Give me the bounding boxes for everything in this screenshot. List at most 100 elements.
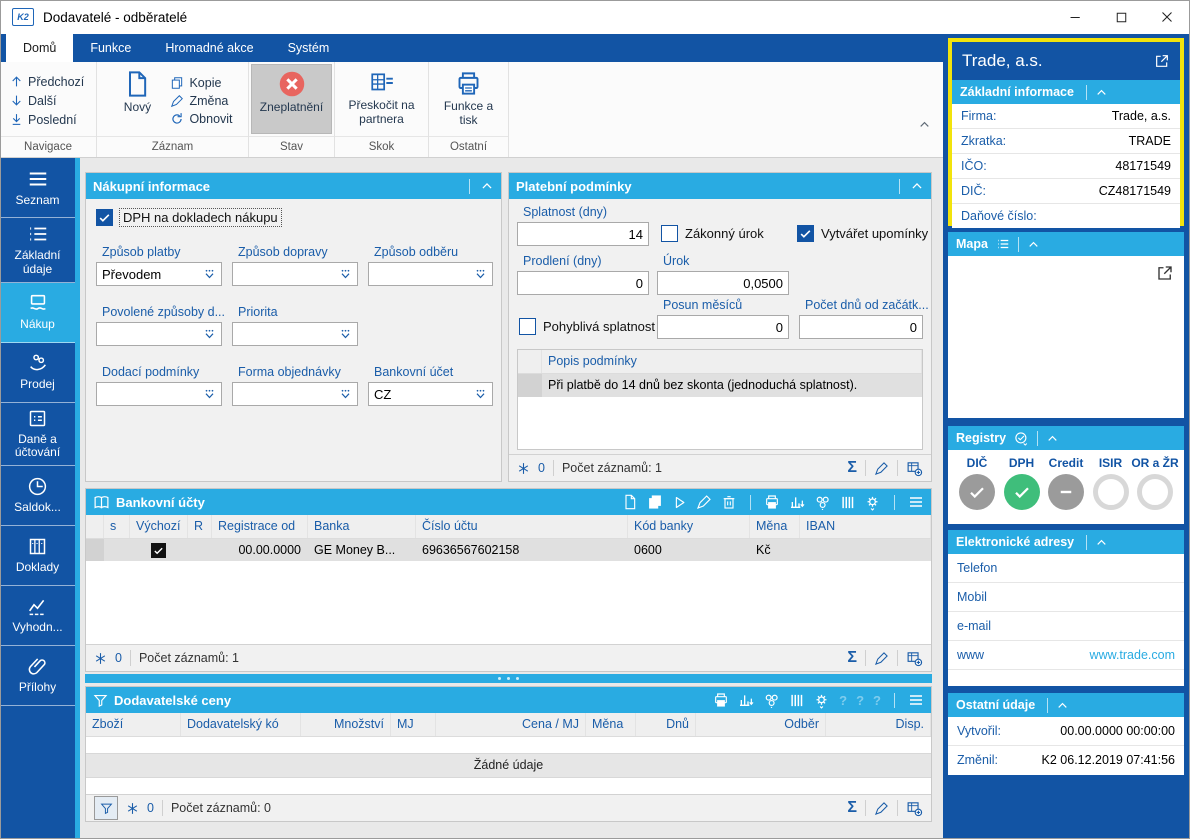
settings-gear-icon[interactable]	[864, 494, 881, 511]
ribbon-collapse-icon[interactable]	[918, 118, 931, 131]
collapse-icon[interactable]	[1095, 536, 1108, 549]
menu-icon[interactable]	[908, 494, 924, 510]
dropdown-icon[interactable]	[203, 388, 216, 401]
tab-system[interactable]: Systém	[271, 34, 347, 62]
sum-icon[interactable]: Σ	[847, 459, 857, 477]
chart-export-icon[interactable]	[738, 692, 754, 708]
edit-icon[interactable]	[874, 461, 889, 476]
last-button[interactable]: Poslední	[6, 112, 90, 128]
pocet-dnu-input[interactable]: 0	[799, 315, 923, 339]
edit-icon[interactable]	[874, 651, 889, 666]
zpusob-odberu-combo[interactable]	[368, 262, 493, 286]
table-add-icon[interactable]	[906, 800, 923, 817]
columns-icon[interactable]	[840, 495, 855, 510]
www-link[interactable]: www.trade.com	[1090, 648, 1175, 662]
print-icon[interactable]	[764, 494, 780, 510]
open-map-external-icon[interactable]	[1156, 264, 1174, 282]
sidebar-item-zakladni-udaje[interactable]: Základní údaje	[0, 218, 75, 283]
settings-gear-icon[interactable]	[813, 692, 830, 709]
new-button[interactable]: Nový	[112, 65, 162, 136]
collapse-icon[interactable]	[480, 179, 494, 193]
wheels-icon[interactable]	[763, 692, 780, 709]
prodleni-input[interactable]: 0	[517, 271, 649, 295]
dropdown-icon[interactable]	[339, 268, 352, 281]
dropdown-icon[interactable]	[474, 388, 487, 401]
zakonny-urok-checkbox[interactable]	[661, 225, 678, 242]
tab-domu[interactable]: Domů	[6, 34, 74, 62]
invalidate-button[interactable]: Zneplatnění	[251, 64, 332, 134]
collapse-icon[interactable]	[910, 179, 924, 193]
registry-item-credit[interactable]: Credit	[1045, 456, 1087, 510]
collapse-icon[interactable]	[1027, 238, 1040, 251]
edit-record-icon[interactable]	[696, 494, 712, 510]
registry-item-dic[interactable]: DIČ	[956, 456, 998, 510]
refresh-button[interactable]: Obnovit	[170, 112, 233, 126]
grid-row-selected[interactable]: Při platbě do 14 dnů bez skonta (jednodu…	[518, 374, 922, 397]
povolene-zpusoby-combo[interactable]	[96, 322, 222, 346]
sum-icon[interactable]: Σ	[847, 649, 857, 667]
default-account-checkbox[interactable]	[151, 543, 166, 558]
wheels-icon[interactable]	[814, 494, 831, 511]
tab-funkce[interactable]: Funkce	[73, 34, 148, 62]
panel-splitter[interactable]	[85, 674, 932, 683]
filter-toggle[interactable]	[94, 796, 118, 820]
zpusob-dopravy-combo[interactable]	[232, 262, 358, 286]
sidebar-item-seznam[interactable]: Seznam	[0, 158, 75, 218]
vytvaret-upominky-row[interactable]: Vytvářet upomínky	[797, 225, 928, 242]
zakonny-urok-row[interactable]: Zákonný úrok	[661, 225, 764, 242]
copy-record-icon[interactable]	[647, 494, 663, 510]
dropdown-icon[interactable]	[203, 268, 216, 281]
map-body[interactable]	[948, 256, 1184, 418]
bank-table-row[interactable]: 00.00.0000 GE Money B... 69636567602158 …	[86, 539, 931, 562]
posun-mesicu-input[interactable]: 0	[657, 315, 789, 339]
dropdown-icon[interactable]	[474, 268, 487, 281]
functions-print-button[interactable]: Funkce a tisk	[435, 65, 502, 136]
edit-icon[interactable]	[874, 801, 889, 816]
sidebar-item-vyhodnoceni[interactable]: Vyhodn...	[0, 586, 75, 647]
next-button[interactable]: Další	[6, 93, 90, 109]
sidebar-item-prilohy[interactable]: Přílohy	[0, 646, 75, 707]
dropdown-icon[interactable]	[339, 328, 352, 341]
registry-item-or-zr[interactable]: OR a ŽR	[1131, 456, 1179, 510]
sum-icon[interactable]: Σ	[847, 799, 857, 817]
chart-export-icon[interactable]	[789, 494, 805, 510]
copy-button[interactable]: Kopie	[170, 76, 232, 90]
splatnost-input[interactable]: 14	[517, 222, 649, 246]
check-circle-icon[interactable]	[1014, 431, 1029, 446]
change-button[interactable]: Změna	[170, 94, 232, 108]
delete-record-icon[interactable]	[721, 494, 737, 510]
minimize-button[interactable]	[1052, 0, 1098, 34]
collapse-icon[interactable]	[1046, 432, 1059, 445]
zpusob-platby-combo[interactable]: Převodem	[96, 262, 222, 286]
table-add-icon[interactable]	[906, 650, 923, 667]
sidebar-item-dane-a-uctovani[interactable]: Daně a účtování	[0, 403, 75, 467]
new-record-icon[interactable]	[622, 494, 638, 510]
map-menu-icon[interactable]	[996, 237, 1010, 251]
dropdown-icon[interactable]	[203, 328, 216, 341]
dodaci-podminky-combo[interactable]	[96, 382, 222, 406]
registry-item-isir[interactable]: ISIR	[1090, 456, 1132, 510]
registry-item-dph[interactable]: DPH	[1001, 456, 1043, 510]
run-icon[interactable]	[672, 495, 687, 510]
dropdown-icon[interactable]	[339, 388, 352, 401]
sidebar-item-nakup[interactable]: Nákup	[0, 282, 75, 343]
table-add-icon[interactable]	[906, 460, 923, 477]
close-button[interactable]	[1144, 0, 1190, 34]
sidebar-item-doklady[interactable]: Doklady	[0, 526, 75, 587]
print-icon[interactable]	[713, 692, 729, 708]
urok-input[interactable]: 0,0500	[657, 271, 789, 295]
previous-button[interactable]: Předchozí	[6, 74, 90, 90]
vytvaret-upominky-checkbox[interactable]	[797, 225, 814, 242]
sidebar-item-saldokonto[interactable]: Saldok...	[0, 466, 75, 527]
pohybliva-splatnost-row[interactable]: Pohyblivá splatnost	[519, 318, 655, 335]
dph-checkbox[interactable]	[96, 209, 113, 226]
sidebar-item-prodej[interactable]: Prodej	[0, 343, 75, 403]
tab-hromadne-akce[interactable]: Hromadné akce	[148, 34, 270, 62]
open-external-icon[interactable]	[1154, 53, 1170, 69]
bankovni-ucet-combo[interactable]: CZ	[368, 382, 493, 406]
pohybliva-splatnost-checkbox[interactable]	[519, 318, 536, 335]
columns-icon[interactable]	[789, 693, 804, 708]
forma-objednavky-combo[interactable]	[232, 382, 358, 406]
collapse-icon[interactable]	[1056, 699, 1069, 712]
maximize-button[interactable]	[1098, 0, 1144, 34]
